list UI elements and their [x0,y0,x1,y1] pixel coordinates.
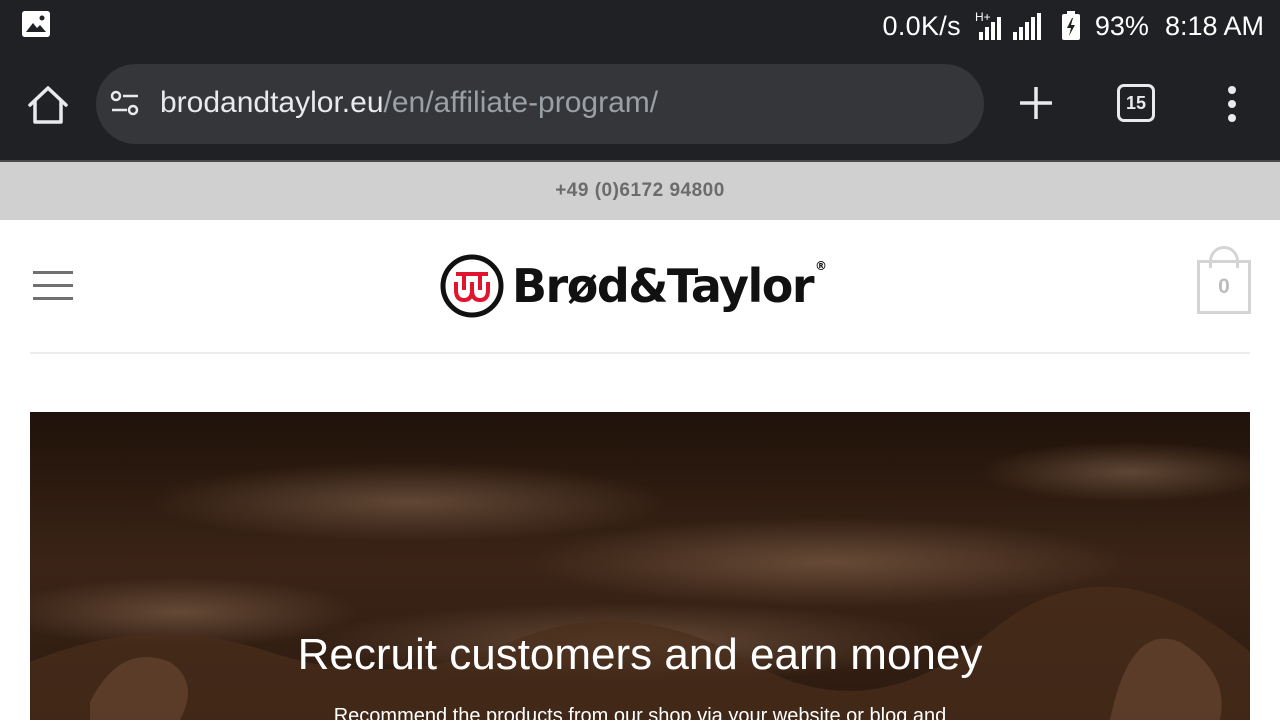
status-bar: 0.0K/s H+ 93% 8:18 AM [0,0,1280,50]
battery-charging-icon [1061,11,1080,40]
network-type: H+ [975,10,991,24]
hero-subtitle: Recommend the products from our shop via… [333,705,947,720]
image-notification-icon [22,11,50,37]
header-divider [30,352,1250,354]
clock: 8:18 AM [1164,10,1264,41]
site-header: Brød&Taylor ® 0 [0,220,1280,354]
hero-title: Recruit customers and earn money [297,630,983,679]
top-contact-bar: +49 (0)6172 94800 [0,162,1280,220]
network-speed: 0.0K/s [882,10,961,41]
site-settings-icon[interactable] [110,88,140,118]
brand-logo[interactable]: Brød&Taylor ® [440,253,840,319]
address-bar[interactable]: brodandtaylor.eu/en/affiliate-program/ [96,64,984,144]
logo-wordmark: Brød&Taylor ® [512,259,828,313]
status-right: 0.0K/s H+ 93% 8:18 AM [883,6,1264,46]
tab-switcher-button[interactable]: 15 [1117,84,1155,122]
hamburger-menu-icon[interactable] [33,271,73,301]
tab-count: 15 [1125,92,1147,113]
url-text[interactable]: brodandtaylor.eu/en/affiliate-program/ [160,86,658,120]
home-icon[interactable] [26,83,70,127]
phone-number[interactable]: +49 (0)6172 94800 [555,180,725,202]
more-menu-icon[interactable] [1220,82,1244,126]
cart-count: 0 [1218,275,1230,298]
browser-toolbar: brodandtaylor.eu/en/affiliate-program/ 1… [0,50,1280,160]
battery-percent: 93% [1094,10,1149,41]
logo-mark-icon [440,254,504,318]
signal-icon: H+ [975,10,1047,42]
cart-button[interactable]: 0 [1197,246,1251,314]
hero-banner: Recruit customers and earn money Recomme… [30,412,1250,720]
new-tab-icon[interactable] [1016,83,1056,123]
url-domain: brodandtaylor.eu [160,86,384,119]
cart-count-box: 0 [1197,260,1251,314]
url-path: /en/affiliate-program/ [383,86,659,119]
